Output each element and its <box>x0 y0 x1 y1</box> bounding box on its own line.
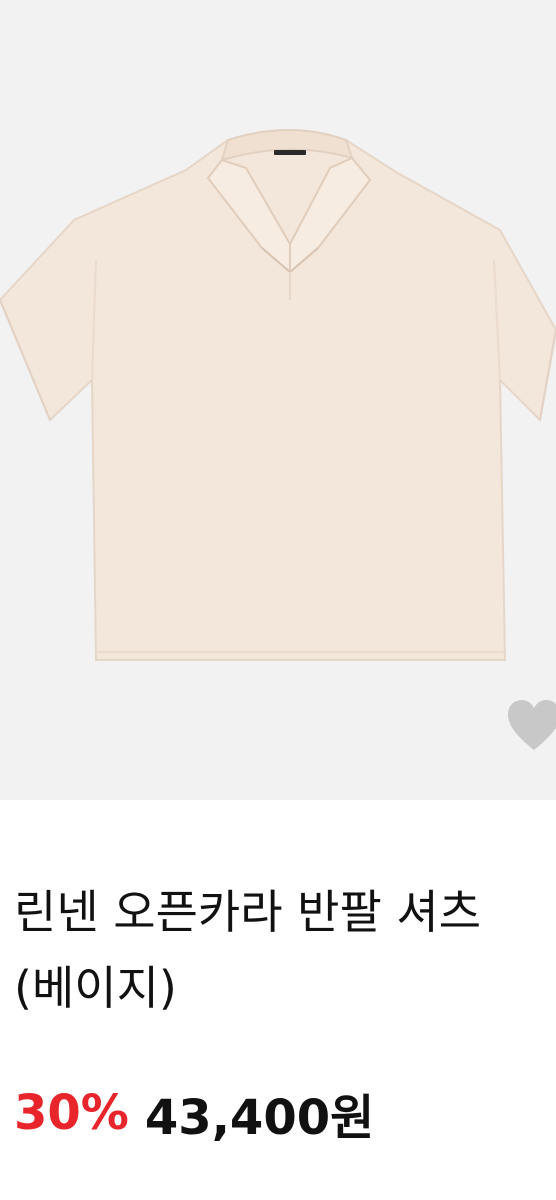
shirt-image <box>0 129 556 661</box>
discount-rate: 30% <box>14 1085 129 1141</box>
price-row: 30% 43,400원 <box>14 1078 374 1148</box>
wishlist-button[interactable] <box>504 696 556 756</box>
product-title[interactable]: 린넨 오픈카라 반팔 셔츠 (베이지) <box>14 874 544 1026</box>
heart-icon <box>508 700 556 750</box>
product-card[interactable]: 린넨 오픈카라 반팔 셔츠 (베이지) 30% 43,400원 <box>0 0 556 1200</box>
shirt-body <box>0 139 556 661</box>
sale-price: 43,400원 <box>144 1090 375 1146</box>
product-image[interactable] <box>0 0 556 800</box>
brand-label <box>274 150 306 155</box>
